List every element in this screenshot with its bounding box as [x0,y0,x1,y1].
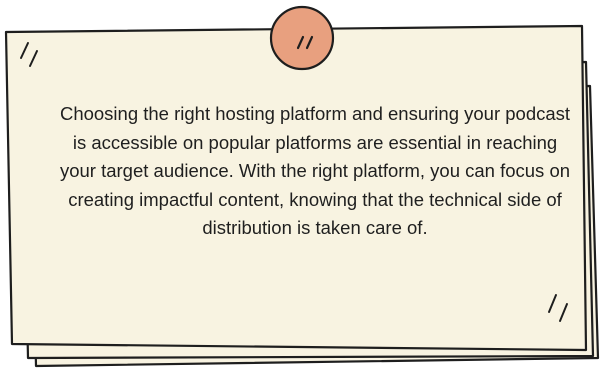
note-body-text: Choosing the right hosting platform and … [59,103,571,238]
pushpin-icon [269,5,335,71]
sticky-note-card: Choosing the right hosting platform and … [0,0,601,374]
